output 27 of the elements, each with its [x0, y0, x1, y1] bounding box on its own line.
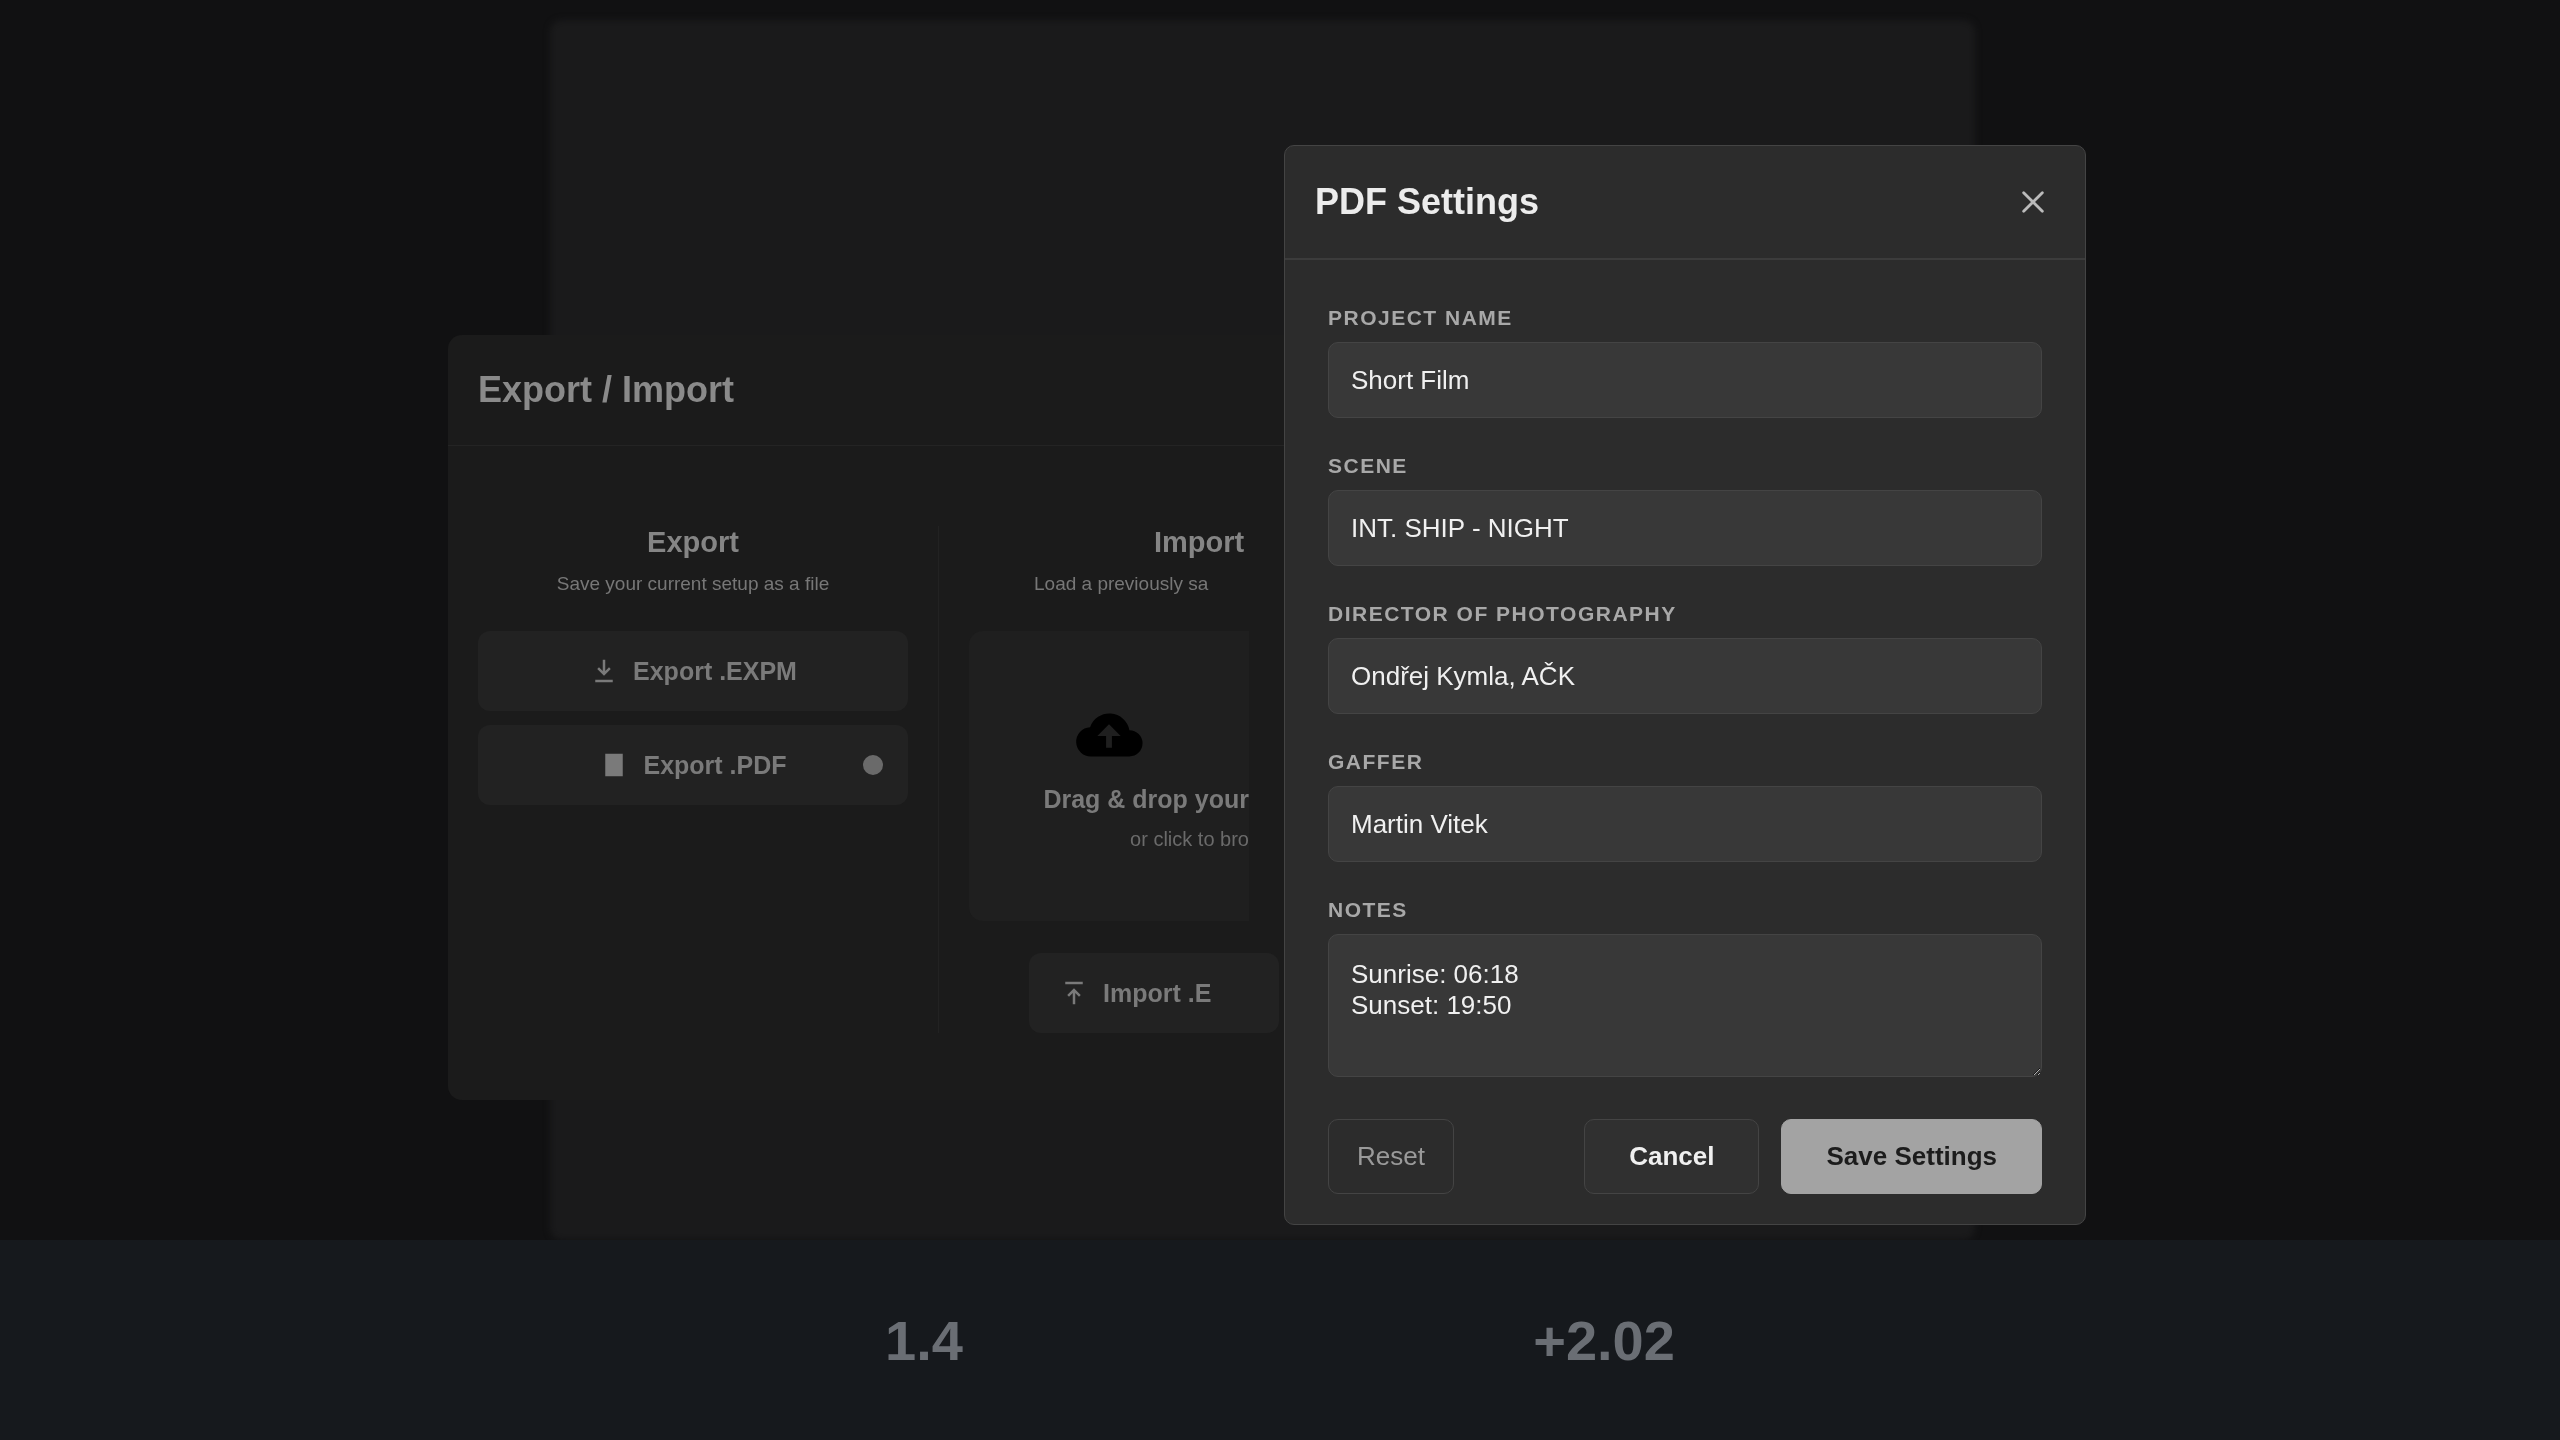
field-label: GAFFER — [1328, 750, 1425, 774]
stat-value: 1.4 — [885, 1307, 963, 1373]
field-label: PROJECT NAME — [1328, 306, 1514, 330]
close-icon — [2019, 188, 2047, 216]
field-label: SCENE — [1328, 454, 1409, 478]
save-button[interactable]: Save Settings — [1781, 1119, 2042, 1194]
text-field[interactable]: Short Film — [1328, 342, 2042, 418]
text-field[interactable]: INT. SHIP - NIGHT — [1328, 490, 2042, 566]
dialog-title: PDF Settings — [1315, 181, 1539, 223]
drop-title: Drag & drop your — [1043, 785, 1249, 814]
field-label: DIRECTOR OF PHOTOGRAPHY — [1328, 602, 1678, 626]
text-field[interactable]: Martin Vitek — [1328, 786, 2042, 862]
text-field[interactable]: Ondřej Kymla, AČK — [1328, 638, 2042, 714]
section-subtitle: Save your current setup as a file — [556, 573, 830, 595]
import-button[interactable]: Import .E — [1029, 953, 1279, 1033]
section-heading: Import — [1154, 526, 1245, 559]
field-label: NOTES — [1328, 898, 1409, 922]
cancel-button[interactable]: Cancel — [1584, 1119, 1760, 1194]
section-heading: Export — [647, 526, 739, 559]
stat-value: +2.02 — [1533, 1307, 1675, 1373]
export-button[interactable]: Export .PDF — [478, 725, 908, 805]
notes-field[interactable]: Sunrise: 06:18 Sunset: 19:50 — [1328, 934, 2042, 1077]
drop-zone[interactable]: Drag & drop your or click to bro — [969, 631, 1249, 921]
section-subtitle: Load a previously sa — [1034, 573, 1209, 595]
export-button[interactable]: Export .EXPM — [478, 631, 908, 711]
reset-button[interactable]: Reset — [1328, 1119, 1454, 1194]
drop-hint: or click to bro — [1130, 828, 1249, 851]
